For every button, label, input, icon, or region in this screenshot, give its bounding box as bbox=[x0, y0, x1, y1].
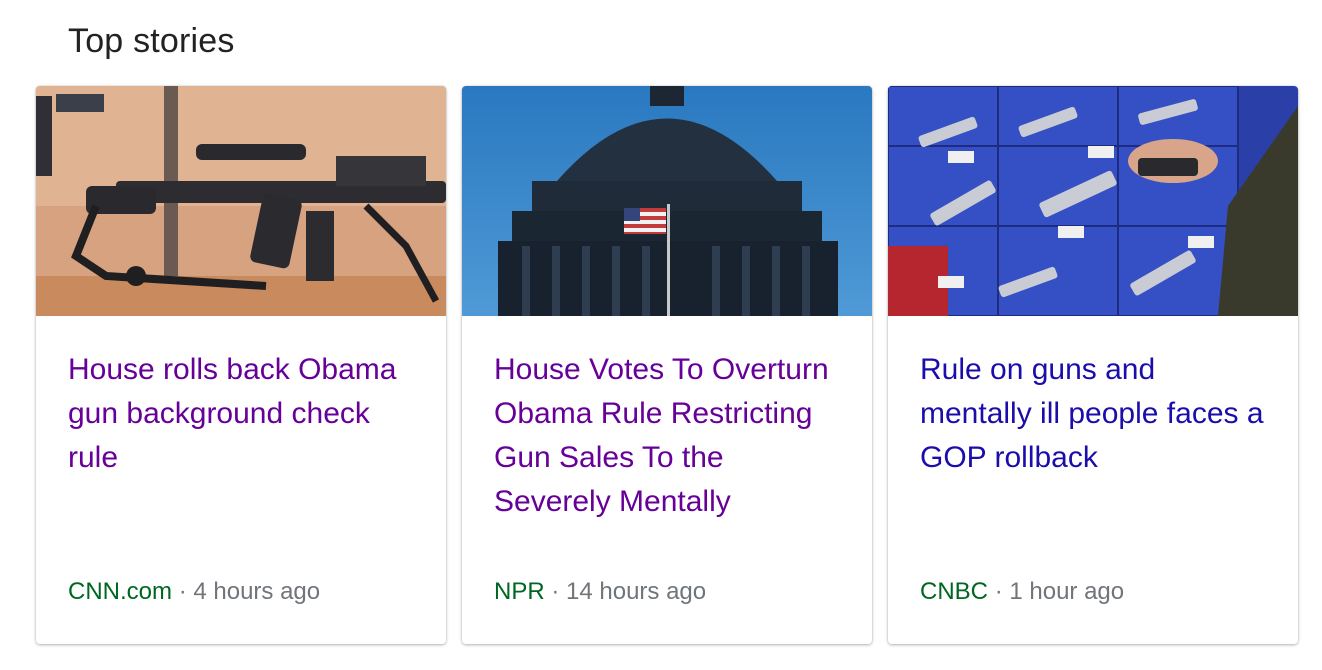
story-thumbnail-revolvers[interactable] bbox=[888, 86, 1298, 316]
story-source: CNBC bbox=[920, 578, 989, 605]
meta-separator: · bbox=[551, 578, 560, 605]
story-card-npr[interactable]: House Votes To Overturn Obama Rule Restr… bbox=[462, 86, 872, 644]
story-headline[interactable]: Rule on guns and mentally ill people fac… bbox=[920, 348, 1270, 480]
capitol-dome-photo-icon bbox=[462, 86, 872, 316]
section-title: Top stories bbox=[68, 22, 235, 60]
story-meta: NPR · 14 hours ago bbox=[494, 576, 706, 608]
revolvers-display-photo-icon bbox=[888, 86, 1298, 316]
story-source: CNN.com bbox=[68, 578, 173, 605]
story-card-cnbc[interactable]: Rule on guns and mentally ill people fac… bbox=[888, 86, 1298, 644]
story-headline[interactable]: House Votes To Overturn Obama Rule Restr… bbox=[494, 348, 844, 524]
meta-separator: · bbox=[994, 578, 1003, 605]
story-card-cnn[interactable]: House rolls back Obama gun background ch… bbox=[36, 86, 446, 644]
rifle-photo-icon bbox=[36, 86, 446, 316]
story-time: 4 hours ago bbox=[193, 578, 321, 605]
story-time: 14 hours ago bbox=[566, 578, 707, 605]
meta-separator: · bbox=[178, 578, 187, 605]
top-stories-carousel: House rolls back Obama gun background ch… bbox=[36, 86, 1298, 646]
story-source: NPR bbox=[494, 578, 545, 605]
story-meta: CNBC · 1 hour ago bbox=[920, 576, 1124, 608]
story-meta: CNN.com · 4 hours ago bbox=[68, 576, 320, 608]
story-thumbnail-capitol[interactable] bbox=[462, 86, 872, 316]
story-thumbnail-rifle[interactable] bbox=[36, 86, 446, 316]
story-time: 1 hour ago bbox=[1009, 578, 1125, 605]
story-headline[interactable]: House rolls back Obama gun background ch… bbox=[68, 348, 418, 480]
